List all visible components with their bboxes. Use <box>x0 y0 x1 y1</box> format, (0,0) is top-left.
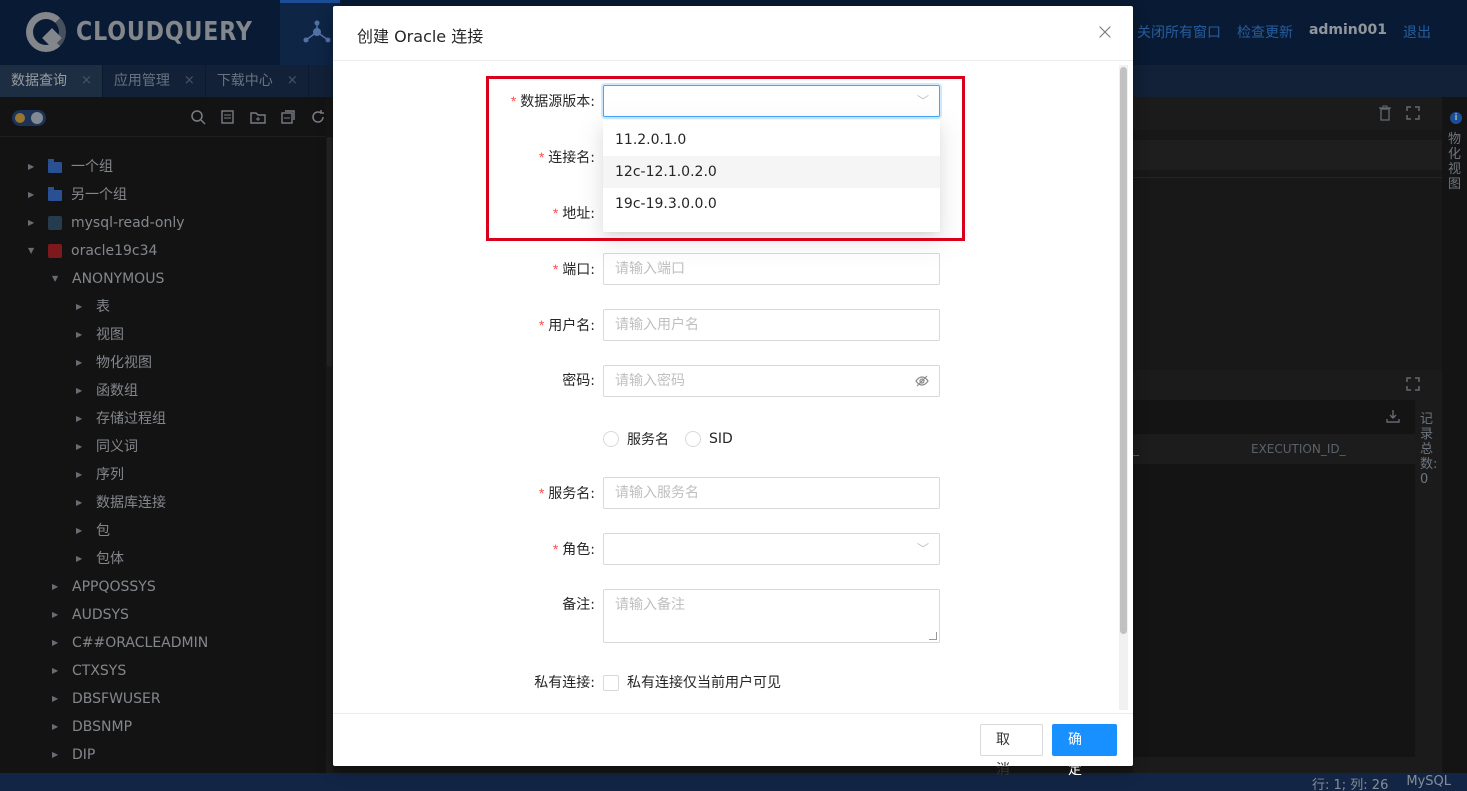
dialog-header: 创建 Oracle 连接 × <box>333 6 1133 61</box>
placeholder: 请输入服务名 <box>615 485 699 501</box>
resize-handle-icon[interactable] <box>929 632 937 640</box>
chevron-down-icon: ﹀ <box>916 94 929 108</box>
required-mark: * <box>510 93 517 109</box>
label-text: 连接名: <box>548 150 595 166</box>
label-text: 数据源版本: <box>520 94 595 110</box>
radio-label[interactable]: SID <box>709 431 733 447</box>
close-icon[interactable]: × <box>1095 22 1115 44</box>
private-connection-label: 私有连接: <box>534 675 595 691</box>
placeholder: 请输入端口 <box>615 261 685 277</box>
required-mark: * <box>552 541 559 557</box>
radio-sid[interactable] <box>685 431 701 447</box>
required-mark: * <box>552 205 559 221</box>
password-label: 密码: <box>562 373 595 389</box>
port-label: * 端口: <box>333 253 595 285</box>
private-connection-text[interactable]: 私有连接仅当前用户可见 <box>627 672 781 692</box>
radio-service-name[interactable] <box>603 431 619 447</box>
required-mark: * <box>538 149 545 165</box>
remark-textarea[interactable]: 请输入备注 <box>603 589 940 643</box>
label-text: 用户名: <box>548 318 595 334</box>
ok-button[interactable]: 确 定 <box>1052 724 1117 778</box>
password-input[interactable]: 请输入密码 <box>603 365 940 397</box>
cancel-button[interactable]: 取 消 <box>980 724 1043 778</box>
version-dropdown: 11.2.0.1.0 12c-12.1.0.2.0 19c-19.3.0.0.0 <box>603 120 940 232</box>
placeholder: 请输入备注 <box>615 597 685 613</box>
label-text: 角色: <box>562 542 595 558</box>
role-select[interactable]: ﹀ <box>603 533 940 565</box>
label-text: 服务名: <box>548 486 595 502</box>
connection-name-label: * 连接名: <box>333 141 595 173</box>
version-option[interactable]: 19c-19.3.0.0.0 <box>603 188 940 220</box>
placeholder: 请输入密码 <box>615 373 685 389</box>
service-name-label: * 服务名: <box>333 477 595 509</box>
dialog-body: * 数据源版本: ﹀ * 连接名: * 地址: * 端口: 请输入端口 * 用户名: 请输… <box>333 61 1133 713</box>
required-mark: * <box>538 317 545 333</box>
label-text: 地址: <box>562 206 595 222</box>
eye-invisible-icon[interactable] <box>915 375 929 387</box>
service-name-input[interactable]: 请输入服务名 <box>603 477 940 509</box>
dialog-footer: 取 消 确 定 <box>333 713 1133 778</box>
required-mark: * <box>552 261 559 277</box>
address-label: * 地址: <box>333 197 595 229</box>
username-input[interactable]: 请输入用户名 <box>603 309 940 341</box>
port-input[interactable]: 请输入端口 <box>603 253 940 285</box>
required-mark: * <box>538 485 545 501</box>
label-text: 端口: <box>562 262 595 278</box>
role-label: * 角色: <box>333 533 595 565</box>
dialog-scrollbar[interactable] <box>1119 65 1128 710</box>
version-label: * 数据源版本: <box>333 85 595 117</box>
remark-label: 备注: <box>562 597 595 613</box>
connect-type-radio-group: 服务名 SID <box>603 427 749 451</box>
version-option[interactable]: 12c-12.1.0.2.0 <box>603 156 940 188</box>
chevron-down-icon: ﹀ <box>916 542 929 556</box>
private-connection-checkbox[interactable] <box>603 675 619 691</box>
version-option[interactable]: 11.2.0.1.0 <box>603 124 940 156</box>
version-select[interactable]: ﹀ <box>603 85 940 117</box>
username-label: * 用户名: <box>333 309 595 341</box>
radio-label[interactable]: 服务名 <box>627 429 669 449</box>
create-oracle-connection-dialog: 创建 Oracle 连接 × * 数据源版本: ﹀ * 连接名: * 地址: * 端口:… <box>333 6 1133 778</box>
placeholder: 请输入用户名 <box>615 317 699 333</box>
dialog-title: 创建 Oracle 连接 <box>357 27 484 46</box>
